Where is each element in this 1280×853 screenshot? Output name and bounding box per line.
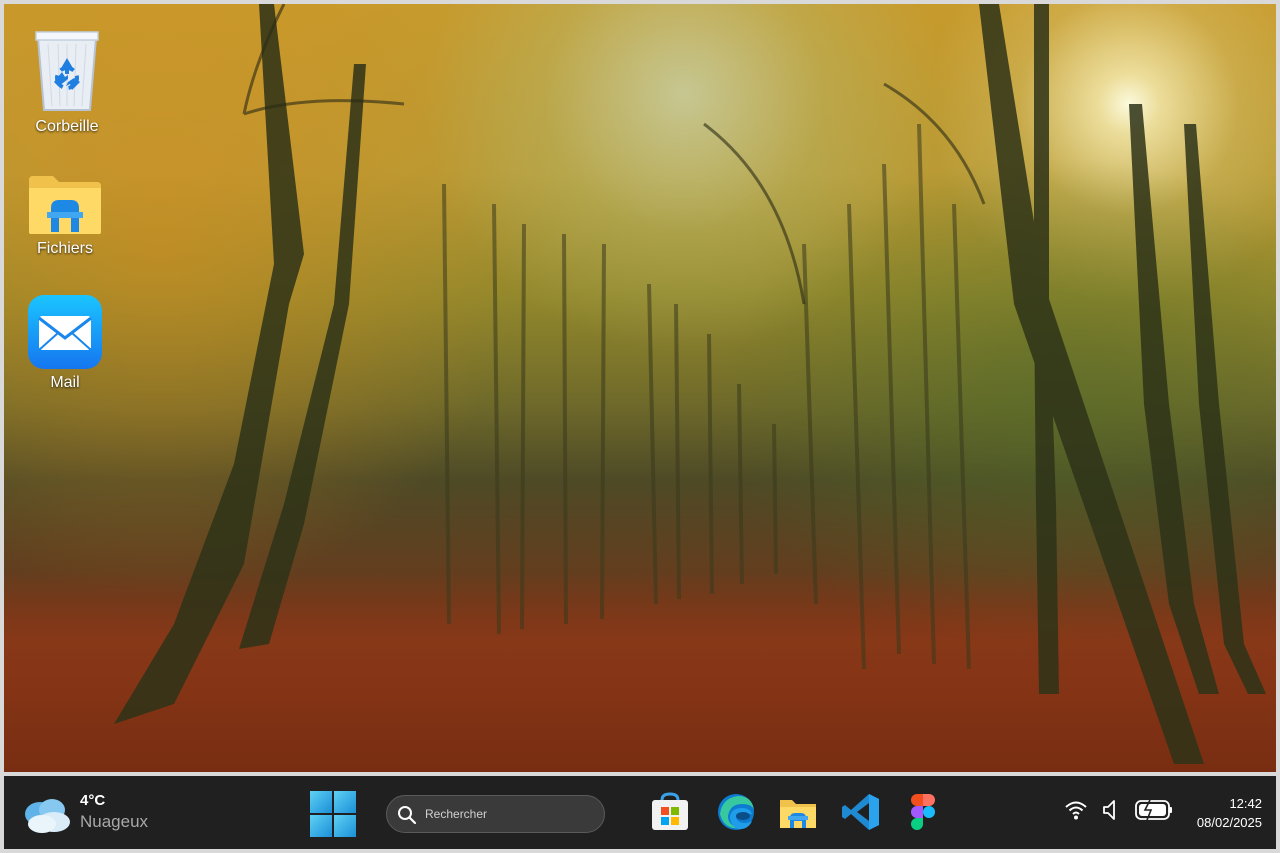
wallpaper-trees [114, 4, 1266, 764]
desktop-icon-recycle-bin[interactable]: Corbeille [27, 28, 107, 136]
start-button[interactable] [309, 790, 357, 838]
mail-icon [28, 295, 102, 369]
taskbar-search[interactable]: Rechercher [386, 795, 605, 833]
weather-temperature: 4°C [80, 792, 106, 809]
microsoft-store-icon [652, 792, 688, 830]
file-explorer-icon [780, 800, 816, 828]
desktop-icon-mail[interactable]: Mail [25, 294, 105, 392]
weather-widget[interactable]: 4°C Nuageux [20, 790, 180, 836]
tray-volume[interactable] [1101, 798, 1121, 826]
windows-start-icon [310, 791, 356, 837]
folder-icon [29, 176, 101, 234]
edge-icon [718, 794, 754, 830]
wifi-icon [1065, 801, 1087, 820]
recycle-bin-icon [35, 31, 99, 111]
taskbar-app-store[interactable] [650, 792, 690, 832]
tray-wifi[interactable] [1064, 798, 1088, 826]
taskbar-app-figma[interactable] [903, 792, 943, 832]
taskbar-app-file-explorer[interactable] [778, 792, 818, 832]
search-icon [398, 806, 417, 825]
desktop-wallpaper [4, 4, 1276, 772]
vscode-icon [842, 794, 879, 830]
figma-icon [911, 794, 935, 830]
clock-date: 08/02/2025 [1196, 815, 1262, 830]
search-placeholder: Rechercher [425, 807, 488, 821]
taskbar-clock[interactable]: 12:42 08/02/2025 [1197, 794, 1262, 832]
taskbar-app-edge[interactable] [716, 792, 756, 832]
desktop-icon-label: Fichiers [36, 240, 93, 257]
clock-time: 12:42 [1229, 796, 1262, 811]
taskbar-app-vscode[interactable] [841, 792, 881, 832]
cloud-icon [25, 799, 70, 833]
volume-icon [1103, 800, 1115, 820]
tray-battery[interactable] [1135, 798, 1173, 826]
desktop-icon-label: Mail [50, 374, 80, 391]
taskbar: 4°C Nuageux Rechercher 12:42 08/02/2025 [4, 776, 1276, 849]
weather-condition: Nuageux [80, 812, 149, 831]
desktop-icon-files[interactable]: Fichiers [25, 174, 105, 258]
battery-icon [1135, 799, 1172, 821]
desktop-icon-label: Corbeille [35, 118, 99, 135]
